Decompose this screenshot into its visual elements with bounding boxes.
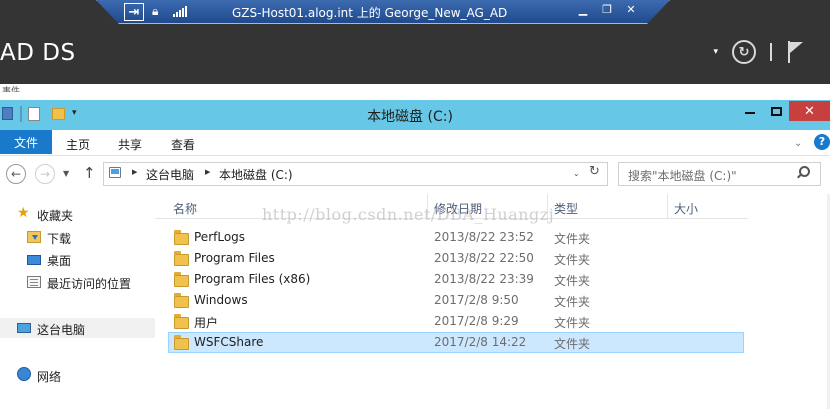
address-history-icon[interactable]: ⌄ (573, 169, 580, 178)
file-date: 2013/8/22 23:52 (434, 230, 534, 244)
column-divider[interactable] (667, 194, 668, 219)
dropdown-arrow-icon[interactable]: ▾ (713, 47, 718, 57)
breadcrumb-separator-icon[interactable]: ▶ (132, 168, 137, 176)
file-date: 2013/8/22 22:50 (434, 251, 534, 265)
file-date: 2017/2/8 9:29 (434, 314, 519, 328)
recent-places-icon (27, 276, 41, 288)
file-date: 2017/2/8 9:50 (434, 293, 519, 307)
sidebar-item-favorites[interactable]: 收藏夹 (37, 207, 73, 224)
back-button[interactable]: ← (6, 164, 26, 184)
file-name[interactable]: PerfLogs (194, 230, 245, 244)
column-size[interactable]: 大小 (674, 200, 698, 217)
maximize-button[interactable] (763, 101, 789, 121)
sidebar-item-desktop[interactable]: 桌面 (47, 252, 71, 269)
folder-icon (174, 272, 189, 287)
maximize-icon (770, 106, 782, 116)
file-name[interactable]: WSFCShare (194, 335, 263, 349)
watermark-text: http://blog.csdn.net/DBA_Huangzj (262, 205, 555, 224)
window-title: 本地磁盘 (C:) (367, 109, 453, 125)
close-icon: ✕ (804, 103, 815, 119)
download-icon (27, 231, 41, 243)
file-date: 2017/2/8 14:22 (434, 335, 527, 349)
search-icon[interactable] (796, 166, 810, 178)
connection-signal-icon[interactable] (173, 6, 187, 17)
rdp-restore-button[interactable]: ❐ (599, 3, 615, 16)
search-placeholder: 搜索"本地磁盘 (C:)" (628, 169, 737, 183)
sidebar-item-this-pc[interactable]: 这台电脑 (37, 321, 85, 338)
lock-icon: 🔒︎ (152, 4, 159, 18)
customize-quickaccess-icon[interactable]: ▾ (72, 108, 77, 118)
file-type: 文件夹 (554, 295, 591, 309)
file-type: 文件夹 (554, 316, 591, 330)
tab-file[interactable]: 文件 (0, 130, 52, 154)
quickaccess-divider (20, 106, 22, 122)
tab-share[interactable]: 共享 (118, 136, 142, 153)
toolbar-divider (770, 43, 772, 61)
this-pc-icon (109, 167, 121, 178)
column-type[interactable]: 类型 (554, 200, 578, 217)
file-type: 文件夹 (554, 232, 591, 246)
server-manager-toolbar: ▾ ↻ (713, 38, 830, 66)
sidebar-item-recent[interactable]: 最近访问的位置 (47, 275, 131, 292)
rdp-title: GZS-Host01.alog.int 上的 George_New_AG_AD (232, 6, 508, 20)
folder-icon (174, 335, 189, 350)
star-icon: ★ (17, 205, 30, 221)
recent-locations-icon[interactable]: ▼ (63, 169, 69, 178)
minimize-icon (745, 112, 755, 114)
refresh-icon[interactable]: ↻ (589, 164, 600, 179)
breadcrumb-local-disk[interactable]: 本地磁盘 (C:) (219, 166, 293, 183)
file-type: 文件夹 (554, 337, 591, 351)
up-button[interactable]: ↑ (83, 164, 96, 182)
folder-icon (174, 293, 189, 308)
tab-view[interactable]: 查看 (171, 136, 195, 153)
file-name[interactable]: 用户 (194, 314, 218, 331)
forward-button[interactable]: → (35, 164, 55, 184)
sidebar-item-downloads[interactable]: 下载 (47, 230, 71, 247)
notifications-flag-icon[interactable] (786, 41, 804, 63)
tab-home[interactable]: 主页 (66, 136, 90, 153)
desktop-icon (27, 255, 41, 265)
file-type: 文件夹 (554, 253, 591, 267)
pin-icon[interactable]: ⇥ (124, 3, 144, 21)
properties-icon[interactable] (28, 107, 40, 121)
folder-icon (174, 230, 189, 245)
window-system-icon[interactable] (2, 107, 13, 120)
server-manager-strip (0, 84, 830, 100)
minimize-button[interactable] (737, 101, 763, 121)
breadcrumb-this-pc[interactable]: 这台电脑 (146, 166, 194, 183)
file-type: 文件夹 (554, 274, 591, 288)
this-pc-icon (17, 323, 31, 333)
new-folder-icon[interactable] (52, 108, 65, 120)
expand-ribbon-icon[interactable]: ⌄ (794, 138, 802, 149)
folder-icon (174, 251, 189, 266)
file-name[interactable]: Program Files (x86) (194, 272, 310, 286)
folder-icon (174, 314, 189, 329)
breadcrumb-separator-icon[interactable]: ▶ (205, 168, 210, 176)
column-name[interactable]: 名称 (173, 200, 197, 217)
sidebar-item-network[interactable]: 网络 (37, 368, 61, 385)
file-name[interactable]: Program Files (194, 251, 275, 265)
rdp-close-button[interactable]: ✕ (623, 3, 639, 16)
refresh-icon[interactable]: ↻ (732, 40, 756, 64)
file-name[interactable]: Windows (194, 293, 248, 307)
server-manager-title: AD DS (0, 40, 76, 66)
close-button[interactable]: ✕ (789, 101, 830, 121)
file-date: 2013/8/22 23:39 (434, 272, 534, 286)
network-icon (17, 367, 31, 381)
rdp-minimize-button[interactable]: ▁ (575, 3, 591, 16)
server-manager-cut-text: 事件 (2, 87, 21, 92)
help-icon[interactable]: ? (814, 134, 830, 150)
